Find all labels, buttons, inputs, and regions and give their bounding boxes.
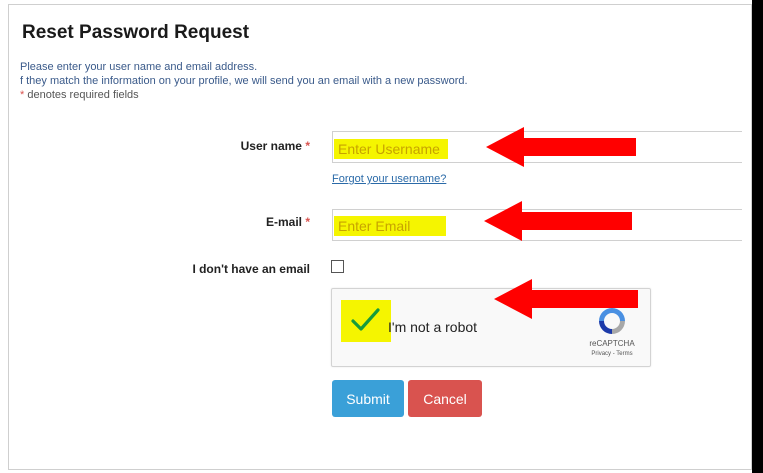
username-label-text: User name xyxy=(240,139,302,153)
required-star: * xyxy=(20,89,25,101)
captcha-label: I'm not a robot xyxy=(388,319,478,335)
forgot-username-link[interactable]: Forgot your username? xyxy=(332,173,446,185)
no-email-checkbox[interactable] xyxy=(331,260,344,273)
email-label-text: E-mail xyxy=(265,215,302,229)
recaptcha-terms[interactable]: Privacy - Terms xyxy=(580,351,644,357)
required-note-text: denotes required fields xyxy=(27,89,139,101)
email-placeholder-highlight: Enter Email xyxy=(334,216,446,236)
annotation-arrow-icon xyxy=(484,201,632,241)
no-email-label: I don't have an email xyxy=(192,262,310,276)
email-label: E-mail * xyxy=(200,215,310,229)
instructions-line-2: f they match the information on your pro… xyxy=(20,75,468,87)
submit-button[interactable]: Submit xyxy=(332,380,404,417)
checkmark-icon[interactable] xyxy=(350,307,380,333)
instructions: Please enter your user name and email ad… xyxy=(20,60,468,102)
recaptcha-brand: reCAPTCHA xyxy=(589,339,635,348)
annotation-arrow-icon xyxy=(494,279,638,319)
email-required-star: * xyxy=(305,215,310,229)
required-note: * denotes required fields xyxy=(20,88,468,102)
page-title: Reset Password Request xyxy=(22,22,250,43)
cancel-button[interactable]: Cancel xyxy=(408,380,482,417)
username-label: User name * xyxy=(200,139,310,153)
window-edge xyxy=(752,0,763,473)
username-placeholder-highlight: Enter Username xyxy=(334,139,448,159)
username-required-star: * xyxy=(305,139,310,153)
instructions-line-1: Please enter your user name and email ad… xyxy=(20,61,258,73)
annotation-arrow-icon xyxy=(486,127,636,167)
